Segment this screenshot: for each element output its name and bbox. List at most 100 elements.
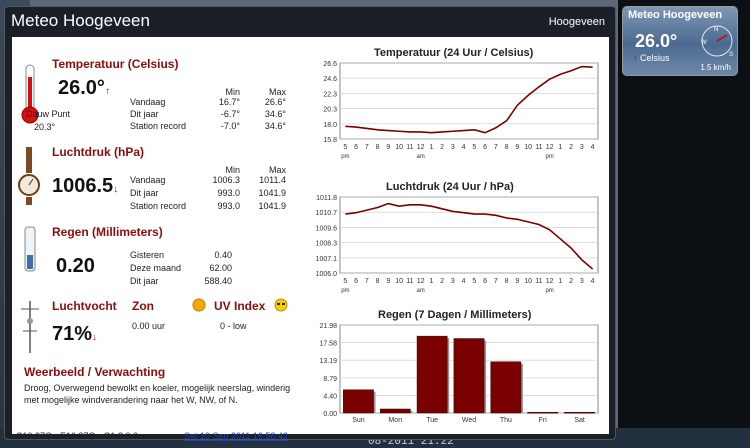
sun-value: 0.00 uur bbox=[132, 321, 166, 331]
sun-heading: Zon bbox=[132, 299, 154, 313]
pressure-max-header: Max bbox=[268, 165, 286, 175]
x-tick-label: 6 bbox=[354, 144, 358, 151]
chart-title-rain: Regen (7 Dagen / Millimeters) bbox=[378, 309, 532, 321]
pressure-row-max: 1041.9 bbox=[258, 188, 286, 198]
forecast-text: Droog, Overwegend bewolkt en koeler, mog… bbox=[24, 383, 291, 405]
y-tick-label: 17.58 bbox=[319, 341, 337, 348]
chart-title-pressure: Luchtdruk (24 Uur / hPa) bbox=[386, 181, 514, 193]
svg-text:S: S bbox=[729, 52, 733, 58]
temperature-heading: Temperatuur (Celsius) bbox=[52, 57, 179, 71]
temp-min-header: Min bbox=[225, 87, 240, 97]
bar bbox=[527, 411, 559, 414]
rain-row-value: 62.00 bbox=[209, 263, 232, 273]
x-tick-label: 11 bbox=[535, 278, 542, 285]
humidity-heading: Luchtvocht bbox=[52, 299, 117, 313]
y-tick-label: 1011.8 bbox=[316, 195, 337, 202]
title-bar[interactable]: Meteo Hoogeveen Hoogeveen bbox=[5, 7, 615, 37]
x-tick-label: 9 bbox=[515, 144, 519, 151]
y-tick-label: 1009.6 bbox=[316, 225, 338, 232]
temp-row-label: Station record bbox=[130, 121, 187, 131]
y-tick-label: 1008.3 bbox=[316, 241, 338, 248]
x-tick-label: 6 bbox=[483, 144, 487, 151]
y-tick-label: 1006.0 bbox=[316, 271, 338, 278]
x-tick-label: 12 bbox=[417, 278, 425, 285]
pressure-row-label: Dit jaar bbox=[130, 188, 159, 198]
x-tick-label: Fri bbox=[539, 417, 548, 424]
barometer-icon bbox=[18, 147, 40, 205]
plot-area bbox=[339, 196, 599, 274]
x-tick-label: 6 bbox=[483, 278, 487, 285]
x-period-label: am bbox=[416, 288, 424, 294]
temperature-current: 26.0°↑ bbox=[58, 77, 110, 100]
x-tick-label: 10 bbox=[395, 144, 403, 151]
x-tick-label: 11 bbox=[535, 144, 542, 151]
humidity-value: 71% bbox=[52, 323, 93, 345]
x-tick-label: 9 bbox=[515, 278, 519, 285]
y-tick-label: 8.79 bbox=[323, 376, 337, 383]
x-tick-label: 5 bbox=[343, 278, 347, 285]
temperature-value: 26.0° bbox=[58, 77, 105, 99]
temp-row-label: Vandaag bbox=[130, 97, 166, 107]
x-tick-label: 7 bbox=[494, 144, 498, 151]
y-tick-label: 1010.7 bbox=[316, 210, 338, 217]
uv-sunglasses-icon bbox=[274, 298, 288, 312]
trend-down-icon: ↓ bbox=[92, 332, 98, 343]
gadget-title: Meteo Hoogeveen bbox=[628, 9, 723, 21]
datetime-link[interactable]: Sat 10 Sep 2011 16:58:42 bbox=[184, 431, 288, 441]
y-tick-label: 22.3 bbox=[323, 91, 337, 98]
trend-down-icon: ↓ bbox=[113, 184, 119, 195]
humidity-current: 71%↓ bbox=[52, 323, 97, 346]
y-tick-label: 15.8 bbox=[323, 137, 337, 144]
y-tick-label: 4.40 bbox=[323, 393, 337, 400]
pressure-chart: 1011.8 1010.7 1009.6 1008.3 1007.1 1006.0 5 pm 6… bbox=[316, 195, 599, 294]
compass-icon: N W S bbox=[701, 25, 733, 58]
uv-value: 0 - low bbox=[220, 321, 247, 331]
x-tick-label: 4 bbox=[591, 144, 595, 151]
rain-row-label: Gisteren bbox=[130, 250, 165, 260]
x-tick-label: 8 bbox=[376, 144, 380, 151]
x-tick-label: 10 bbox=[524, 144, 532, 151]
gadget-unit-label: Celsius bbox=[640, 53, 670, 63]
x-tick-label: 1 bbox=[558, 278, 562, 285]
x-tick-label: 8 bbox=[505, 278, 509, 285]
trend-up-icon: ↑ bbox=[104, 86, 110, 97]
y-tick-label: 18.0 bbox=[323, 122, 337, 129]
x-tick-label: 2 bbox=[440, 278, 444, 285]
x-tick-label: 5 bbox=[472, 278, 476, 285]
weather-gadget[interactable]: Meteo Hoogeveen N W S 26.0° ↑ Celsius 1.… bbox=[622, 6, 738, 76]
x-tick-label: 5 bbox=[343, 144, 347, 151]
pressure-row-min: 1006.3 bbox=[212, 175, 240, 185]
x-period-label: pm bbox=[545, 154, 553, 160]
x-tick-label: 7 bbox=[365, 144, 369, 151]
x-tick-label: 8 bbox=[376, 278, 380, 285]
x-tick-label: 12 bbox=[417, 144, 425, 151]
rain-heading: Regen (Millimeters) bbox=[52, 225, 163, 239]
gadget-temperature: 26.0° bbox=[635, 31, 678, 51]
pressure-row-max: 1041.9 bbox=[258, 201, 286, 211]
temp-max-header: Max bbox=[268, 87, 286, 97]
x-tick-label: 8 bbox=[505, 144, 509, 151]
x-tick-label: Wed bbox=[462, 417, 476, 424]
x-tick-label: 9 bbox=[386, 278, 390, 285]
content-panel: Temperatuur (Celsius) 26.0°↑ Min Max Van… bbox=[12, 37, 609, 441]
weather-vane-icon bbox=[21, 301, 39, 353]
location-label: Hoogeveen bbox=[548, 16, 605, 28]
meteo-window: Meteo Hoogeveen Hoogeveen Temperatuur (C… bbox=[4, 6, 616, 441]
x-tick-label: Mon bbox=[388, 417, 402, 424]
bar bbox=[490, 361, 522, 414]
x-tick-label: 3 bbox=[580, 278, 584, 285]
gadget-wind: 1.5 km/h bbox=[700, 63, 731, 72]
x-tick-label: 9 bbox=[386, 144, 390, 151]
x-tick-label: Sun bbox=[352, 417, 365, 424]
x-period-label: pm bbox=[341, 288, 349, 294]
x-tick-label: Tue bbox=[426, 417, 438, 424]
svg-text:N: N bbox=[714, 27, 718, 33]
pressure-current: 1006.5↓ bbox=[52, 175, 118, 198]
bar bbox=[379, 408, 411, 414]
x-tick-label: 12 bbox=[546, 144, 554, 151]
y-tick-label: 26.6 bbox=[323, 61, 337, 68]
dew-point-value: 20.3° bbox=[34, 122, 56, 132]
x-tick-label: 1 bbox=[429, 144, 433, 151]
x-tick-label: 3 bbox=[451, 144, 455, 151]
x-tick-label: 3 bbox=[451, 278, 455, 285]
